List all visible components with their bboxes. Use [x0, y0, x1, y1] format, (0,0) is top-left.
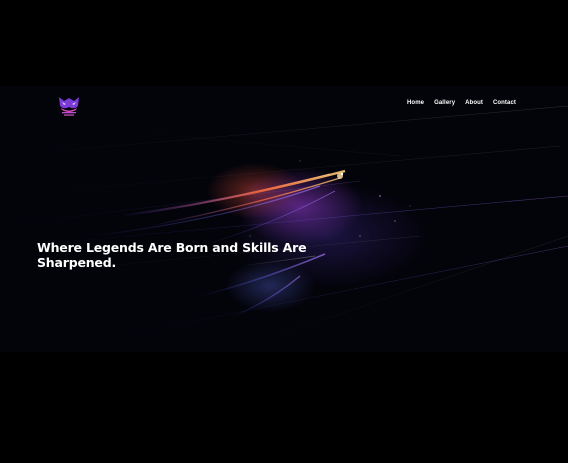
navbar: Home Gallery About Contact	[0, 86, 568, 126]
mask-emblem-icon[interactable]	[56, 94, 82, 118]
page: Home Gallery About Contact Where Legends…	[0, 0, 568, 463]
nav-link-about[interactable]: About	[465, 100, 483, 106]
nav-link-contact[interactable]: Contact	[493, 100, 516, 106]
nav-link-gallery[interactable]: Gallery	[434, 100, 455, 106]
nav-menu: Home Gallery About Contact	[407, 100, 516, 106]
nav-link-home[interactable]: Home	[407, 100, 424, 106]
hero-heading: Where Legends Are Born and Skills Are Sh…	[37, 240, 307, 270]
